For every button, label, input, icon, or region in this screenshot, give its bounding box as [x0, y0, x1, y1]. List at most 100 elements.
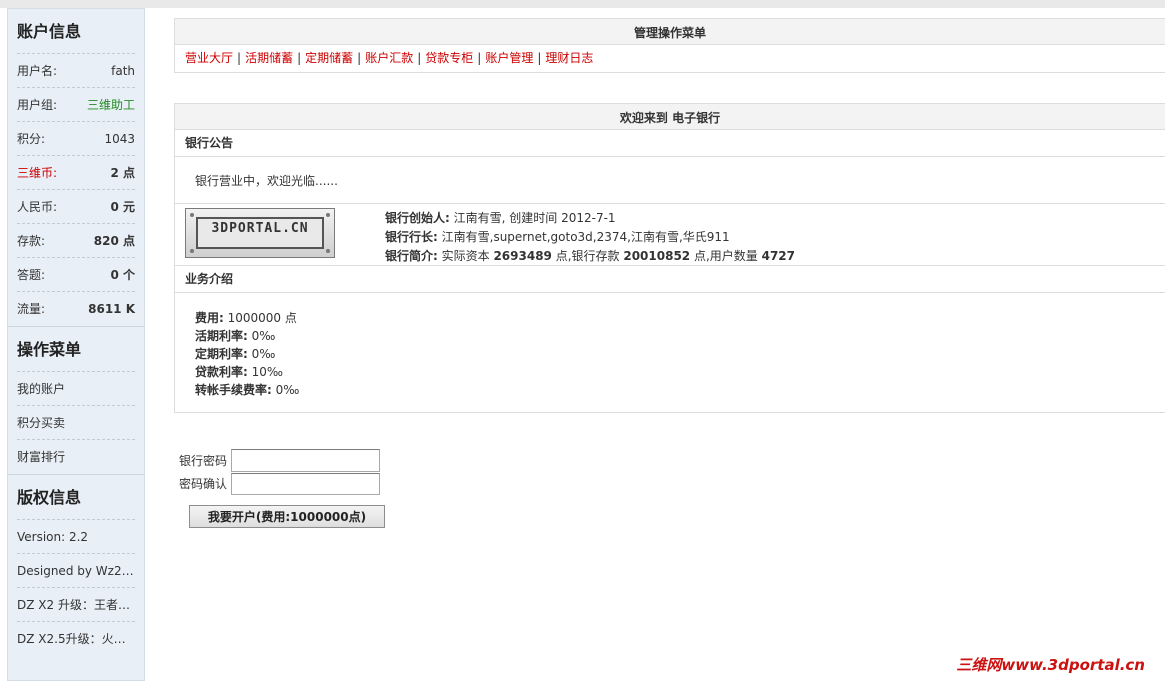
capital-value: 2693489 [493, 249, 552, 263]
link-current-savings[interactable]: 活期储蓄 [245, 51, 293, 65]
intro-mid1: 点,银行存款 [551, 249, 624, 263]
admin-menu-links: 营业大厅 | 活期储蓄 | 定期储蓄 | 账户汇款 | 贷款专柜 | 账户管理 | 理财日志 [175, 45, 1165, 72]
current-rate-value: 0‰ [247, 329, 276, 343]
fixed-rate-value: 0‰ [247, 347, 276, 361]
answers-row: 答题: 0 个 [17, 258, 135, 292]
intro-line: 银行简介: 实际资本 2693489 点,银行存款 20010852 点,用户数… [385, 247, 795, 266]
transfer-fee-label: 转帐手续费率: [195, 383, 272, 397]
link-account-management[interactable]: 账户管理 [485, 51, 533, 65]
admin-menu-box: 管理操作菜单 营业大厅 | 活期储蓄 | 定期储蓄 | 账户汇款 | 贷款专柜 | 账户管理 | 理财日… [174, 18, 1165, 73]
menu-separator: | [477, 51, 482, 65]
link-fixed-savings[interactable]: 定期储蓄 [305, 51, 353, 65]
rmb-label: 人民币: [17, 200, 58, 214]
president-line: 银行行长: 江南有雪,supernet,goto3d,2374,江南有雪,华氏9… [385, 228, 795, 247]
deposit-row: 存款: 820 点 [17, 224, 135, 258]
logo-bolt [190, 213, 194, 217]
bank-info: 3DPORTAL.CN 银行创始人: 江南有雪, 创建时间 2012-7-1 银… [175, 204, 1165, 266]
sidebar: 账户信息 用户名: fath 用户组: 三维助工 积分: 1043 三维币: 2… [7, 8, 145, 681]
current-rate-label: 活期利率: [195, 329, 248, 343]
bank-welcome-title: 欢迎来到 电子银行 [175, 104, 1165, 130]
answers-label: 答题: [17, 268, 46, 282]
usergroup-label: 用户组: [17, 98, 58, 112]
bank-box: 欢迎来到 电子银行 银行公告 银行营业中，欢迎光临...... 3DPORTAL… [174, 103, 1165, 413]
copyright-section: 版权信息 Version: 2.2 Designed by Wz2012 DZ … [8, 475, 144, 656]
copyright-version: Version: 2.2 [17, 520, 135, 554]
answers-value: 0 个 [110, 268, 135, 282]
transfer-fee-value: 0‰ [271, 383, 300, 397]
coins-row: 三维币: 2 点 [17, 156, 135, 190]
top-strip [0, 0, 1165, 8]
open-account-button[interactable]: 我要开户(费用:1000000点) [189, 505, 385, 528]
notice-text: 银行营业中，欢迎光临...... [175, 157, 1165, 204]
current-rate-line: 活期利率: 0‰ [195, 327, 1165, 345]
bank-password-input[interactable] [231, 449, 380, 472]
site-watermark: 三维网www.3dportal.cn [956, 656, 1145, 674]
username-value: fath [111, 64, 135, 78]
copyright-designer: Designed by Wz2012 [17, 554, 135, 588]
intro-mid2: 点,用户数量 [690, 249, 762, 263]
intro-label: 银行简介: [385, 249, 438, 263]
username-row: 用户名: fath [17, 54, 135, 88]
business-intro: 费用: 1000000 点 活期利率: 0‰ 定期利率: 0‰ 贷款利率: 10… [175, 293, 1165, 412]
coins-value: 2 点 [110, 166, 135, 180]
founder-label: 银行创始人: [385, 211, 450, 225]
founder-line: 银行创始人: 江南有雪, 创建时间 2012-7-1 [385, 209, 795, 228]
deposit-value: 820 点 [93, 234, 135, 248]
loan-rate-value: 10‰ [247, 365, 283, 379]
admin-menu-title: 管理操作菜单 [175, 19, 1165, 45]
traffic-row: 流量: 8611 K [17, 292, 135, 326]
sidebar-item-points-trade[interactable]: 积分买卖 [17, 406, 135, 440]
main-content: 管理操作菜单 营业大厅 | 活期储蓄 | 定期储蓄 | 账户汇款 | 贷款专柜 | 账户管理 | 理财日… [174, 18, 1165, 413]
fixed-rate-line: 定期利率: 0‰ [195, 345, 1165, 363]
usergroup-row: 用户组: 三维助工 [17, 88, 135, 122]
bank-logo: 3DPORTAL.CN [185, 208, 335, 258]
coins-label: 三维币: [17, 166, 58, 180]
rmb-value: 0 元 [110, 200, 135, 214]
copyright-x2-upgrade: DZ X2 升级：王者归来 [17, 588, 135, 622]
username-label: 用户名: [17, 64, 58, 78]
rmb-row: 人民币: 0 元 [17, 190, 135, 224]
points-value: 1043 [104, 132, 135, 146]
fee-line: 费用: 1000000 点 [195, 309, 1165, 327]
confirm-label: 密码确认 [179, 477, 228, 491]
intro-prefix: 实际资本 [437, 249, 494, 263]
points-row: 积分: 1043 [17, 122, 135, 156]
points-label: 积分: [17, 132, 46, 146]
business-title: 业务介绍 [175, 266, 1165, 293]
link-remittance[interactable]: 账户汇款 [365, 51, 413, 65]
usergroup-value: 三维助工 [86, 98, 135, 112]
traffic-value: 8611 K [88, 302, 135, 316]
menu-separator: | [237, 51, 242, 65]
president-label: 银行行长: [385, 230, 438, 244]
menu-separator: | [357, 51, 362, 65]
copyright-title: 版权信息 [17, 475, 135, 520]
user-count-value: 4727 [761, 249, 796, 263]
password-row: 银行密码 [179, 449, 380, 472]
menu-separator: | [537, 51, 542, 65]
loan-rate-label: 贷款利率: [195, 365, 248, 379]
loan-rate-line: 贷款利率: 10‰ [195, 363, 1165, 381]
sidebar-item-my-account[interactable]: 我的账户 [17, 372, 135, 406]
founder-value: 江南有雪, 创建时间 2012-7-1 [449, 211, 616, 225]
confirm-password-input[interactable] [231, 472, 380, 495]
menu-separator: | [297, 51, 302, 65]
ops-menu-title: 操作菜单 [17, 327, 135, 372]
fee-value: 1000000 点 [223, 311, 297, 325]
menu-separator: | [417, 51, 422, 65]
transfer-fee-line: 转帐手续费率: 0‰ [195, 381, 1165, 399]
bank-info-lines: 银行创始人: 江南有雪, 创建时间 2012-7-1 银行行长: 江南有雪,su… [385, 209, 795, 266]
fee-label: 费用: [195, 311, 224, 325]
ops-menu-section: 操作菜单 我的账户 积分买卖 财富排行 [8, 327, 144, 475]
copyright-x25-upgrade: DZ X2.5升级：火舞风云 [17, 632, 135, 646]
sidebar-item-wealth-rank[interactable]: 财富排行 [17, 440, 135, 474]
deposit-label: 存款: [17, 234, 46, 248]
link-finance-log[interactable]: 理财日志 [545, 51, 593, 65]
link-business-hall[interactable]: 营业大厅 [185, 51, 233, 65]
president-value: 江南有雪,supernet,goto3d,2374,江南有雪,华氏911 [437, 230, 730, 244]
notice-title: 银行公告 [175, 130, 1165, 157]
bank-deposit-value: 20010852 [623, 249, 691, 263]
link-loan-counter[interactable]: 贷款专柜 [425, 51, 473, 65]
account-info-title: 账户信息 [17, 9, 135, 54]
password-label: 银行密码 [179, 454, 228, 468]
confirm-row: 密码确认 [179, 472, 380, 495]
